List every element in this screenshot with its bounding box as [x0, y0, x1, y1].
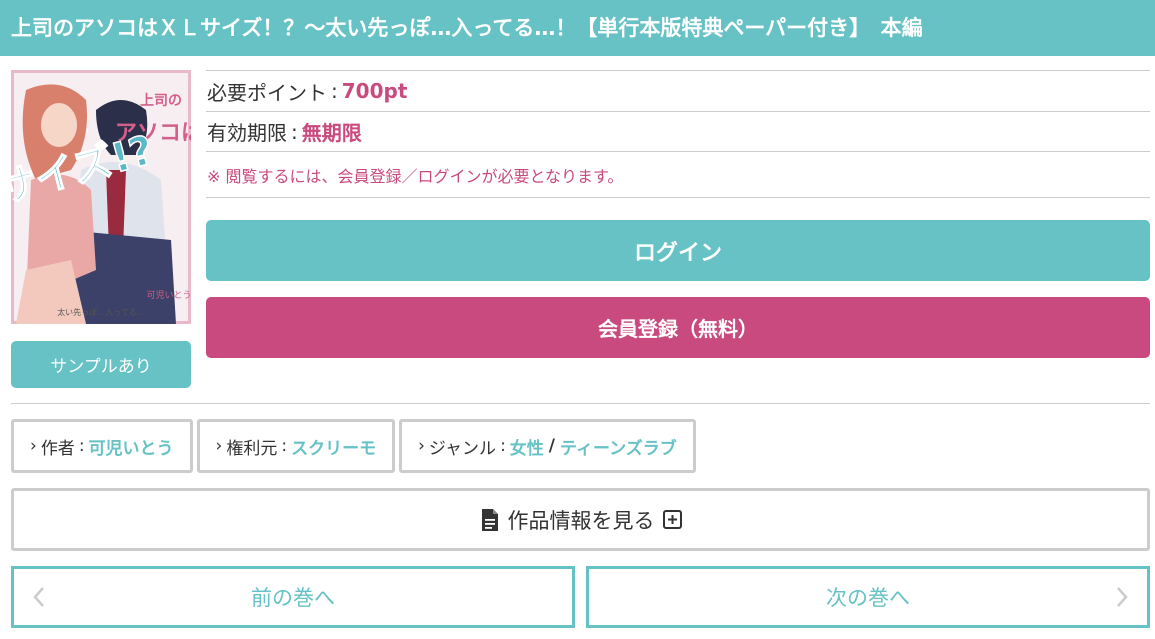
points-label: 必要ポイント	[207, 80, 327, 105]
sample-button[interactable]: サンプルあり	[11, 341, 191, 388]
cover-illustration: 上司の アソコは XLサイズ!? 太い先っぽ…入ってる… 可児いとう	[11, 70, 191, 324]
genre-slash: /	[548, 436, 556, 456]
prev-volume-label: 前の巻へ	[251, 586, 335, 610]
chevron-right-icon: ›	[215, 436, 223, 456]
author-separator: :	[78, 436, 85, 456]
points-separator: :	[331, 79, 338, 103]
chevron-left-icon	[33, 587, 44, 607]
meta-row: › 作者 : 可児いとう › 権利元 : スクリーモ › ジャンル : 女性 /…	[11, 419, 696, 473]
expiry-label: 有効期限	[207, 121, 287, 145]
genre-separator: :	[500, 436, 506, 456]
genre-box[interactable]: › ジャンル : 女性 / ティーンズラブ	[399, 419, 696, 473]
author-box[interactable]: › 作者 : 可児いとう	[11, 419, 193, 473]
publisher-label: 権利元	[226, 438, 278, 459]
points-row: 必要ポイント : 700pt	[206, 70, 1150, 111]
login-notice: ※ 閲覧するには、会員登録／ログインが必要となります。	[206, 151, 1150, 198]
work-info-label: 作品情報を見る	[507, 508, 655, 533]
document-icon	[481, 508, 498, 531]
plus-square-icon	[662, 510, 682, 529]
purchase-info: 必要ポイント : 700pt 有効期限 : 無期限 ※ 閲覧するには、会員登録／…	[206, 70, 1150, 198]
cover-image[interactable]: 上司の アソコは XLサイズ!? 太い先っぽ…入ってる… 可児いとう	[11, 70, 191, 324]
points-value: 700pt	[341, 79, 408, 103]
genre-label: ジャンル	[428, 438, 497, 459]
expiry-row: 有効期限 : 無期限	[206, 111, 1150, 151]
page-title: 上司のアソコはＸＬサイズ！？～太い先っぽ…入ってる…！【単行本版特典ペーパー付き…	[0, 0, 1155, 56]
chevron-right-icon	[1117, 587, 1128, 607]
publisher-box[interactable]: › 権利元 : スクリーモ	[196, 419, 396, 473]
next-volume-button[interactable]: 次の巻へ	[586, 566, 1150, 628]
expiry-value: 無期限	[301, 121, 362, 145]
genre-link-2[interactable]: ティーンズラブ	[560, 434, 677, 459]
author-label: 作者	[40, 438, 75, 459]
cover-subtitle: 太い先っぽ…入ってる…	[57, 307, 145, 317]
chevron-right-icon: ›	[418, 436, 425, 456]
next-volume-label: 次の巻へ	[826, 586, 910, 610]
prev-volume-button[interactable]: 前の巻へ	[11, 566, 575, 628]
cover-title-1: 上司の	[140, 93, 182, 109]
work-info-button[interactable]: 作品情報を見る	[11, 488, 1150, 551]
author-link[interactable]: 可児いとう	[89, 434, 174, 459]
section-divider	[11, 403, 1150, 404]
expiry-separator: :	[291, 119, 298, 144]
cover-author: 可児いとう	[146, 290, 191, 301]
login-button[interactable]: ログイン	[206, 220, 1150, 281]
genre-link-1[interactable]: 女性	[510, 434, 544, 459]
chevron-right-icon: ›	[30, 436, 37, 456]
register-button[interactable]: 会員登録（無料）	[206, 297, 1150, 358]
publisher-link[interactable]: スクリーモ	[291, 434, 376, 459]
publisher-separator: :	[281, 436, 288, 456]
